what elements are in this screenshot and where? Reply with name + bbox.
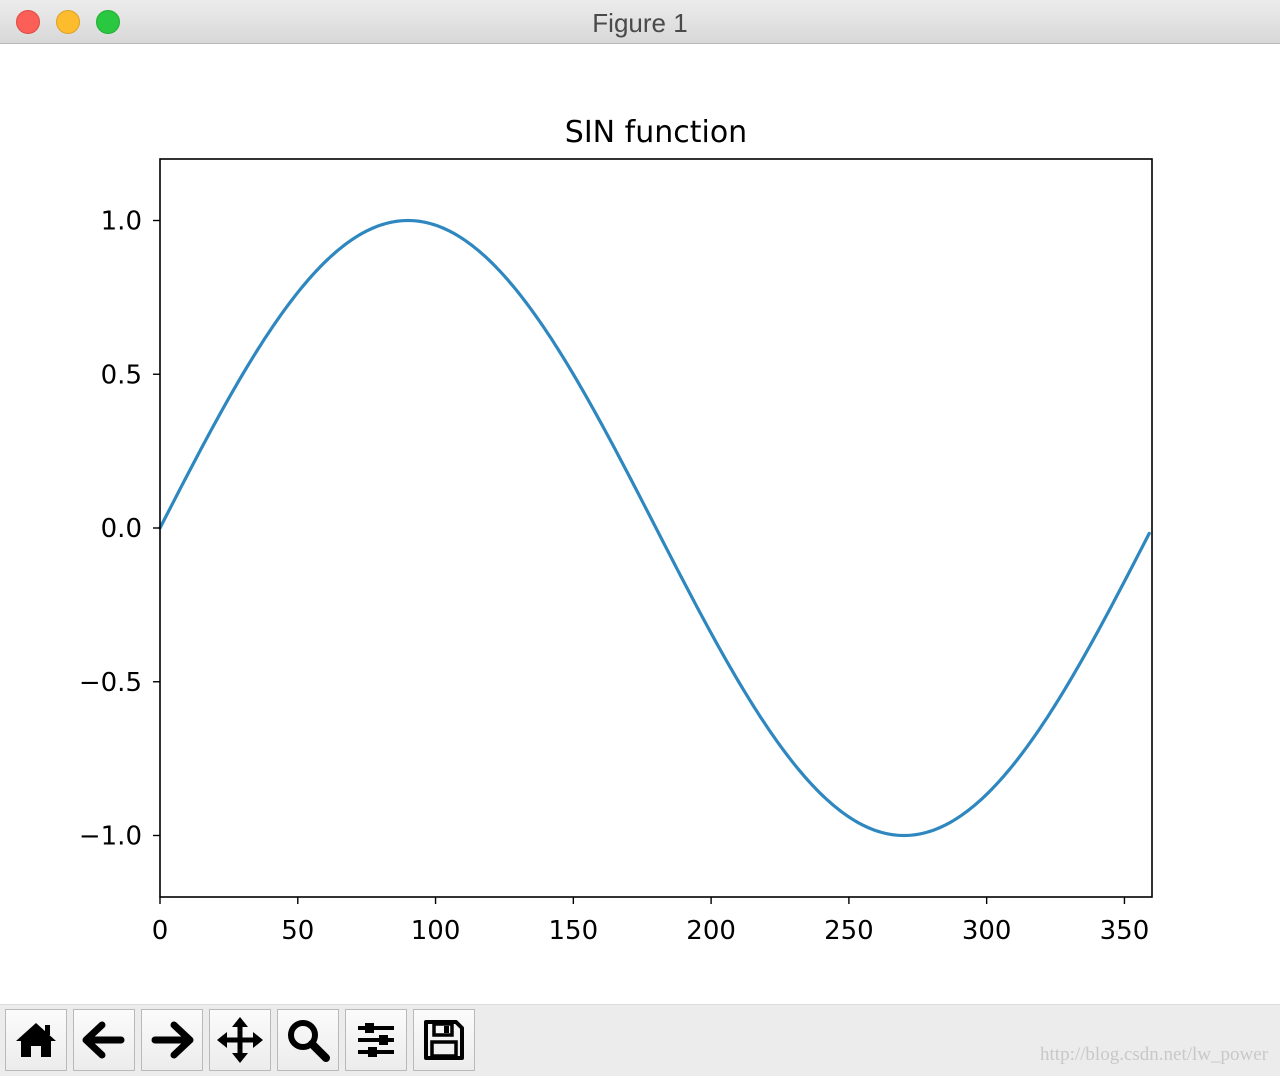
sliders-icon (358, 1023, 394, 1057)
floppy-disk-icon (424, 1020, 464, 1060)
x-tick-label: 250 (824, 916, 874, 946)
forward-button[interactable] (141, 1009, 203, 1071)
y-tick-label: 0.5 (101, 360, 142, 390)
configure-subplots-button[interactable] (345, 1009, 407, 1071)
x-tick-label: 200 (686, 916, 736, 946)
x-tick-label: 300 (962, 916, 1012, 946)
figure-canvas[interactable]: SIN function 0 50 100 150 200 250 300 350 1.0 0.5… (0, 44, 1280, 1004)
x-tick-label: 350 (1100, 916, 1150, 946)
title-bar[interactable]: Figure 1 (0, 0, 1280, 44)
move-icon (217, 1017, 263, 1063)
y-tick-label: 1.0 (101, 207, 142, 237)
x-tick-label: 50 (281, 916, 314, 946)
save-button[interactable] (413, 1009, 475, 1071)
y-tick-label: 0.0 (101, 514, 142, 544)
zoom-button[interactable] (277, 1009, 339, 1071)
plot-area: 0 50 100 150 200 250 300 350 1.0 0.5 0.0 −0.5 −1.0 (79, 158, 1153, 946)
figure-window: Figure 1 SIN function 0 50 100 150 200 250 300… (0, 0, 1280, 1076)
sin-chart: SIN function 0 50 100 150 200 250 300 350 1.0 0.5… (79, 115, 1153, 946)
y-tick-label: −1.0 (79, 822, 142, 852)
home-icon (16, 1023, 56, 1057)
x-tick-label: 150 (549, 916, 599, 946)
x-tick-label: 100 (411, 916, 461, 946)
window-title: Figure 1 (592, 8, 688, 38)
chart-title: SIN function (565, 115, 747, 150)
home-button[interactable] (5, 1009, 67, 1071)
arrow-right-icon (151, 1021, 194, 1059)
x-tick-label: 0 (152, 916, 169, 946)
magnifier-icon (288, 1020, 330, 1062)
arrow-left-icon (82, 1021, 125, 1059)
y-tick-label: −0.5 (79, 668, 142, 698)
sin-series-line (158, 218, 1151, 838)
watermark: http://blog.csdn.net/lw_power (1040, 1044, 1268, 1065)
navigation-toolbar: http://blog.csdn.net/lw_power (0, 1004, 1280, 1076)
pan-button[interactable] (209, 1009, 271, 1071)
back-button[interactable] (73, 1009, 135, 1071)
